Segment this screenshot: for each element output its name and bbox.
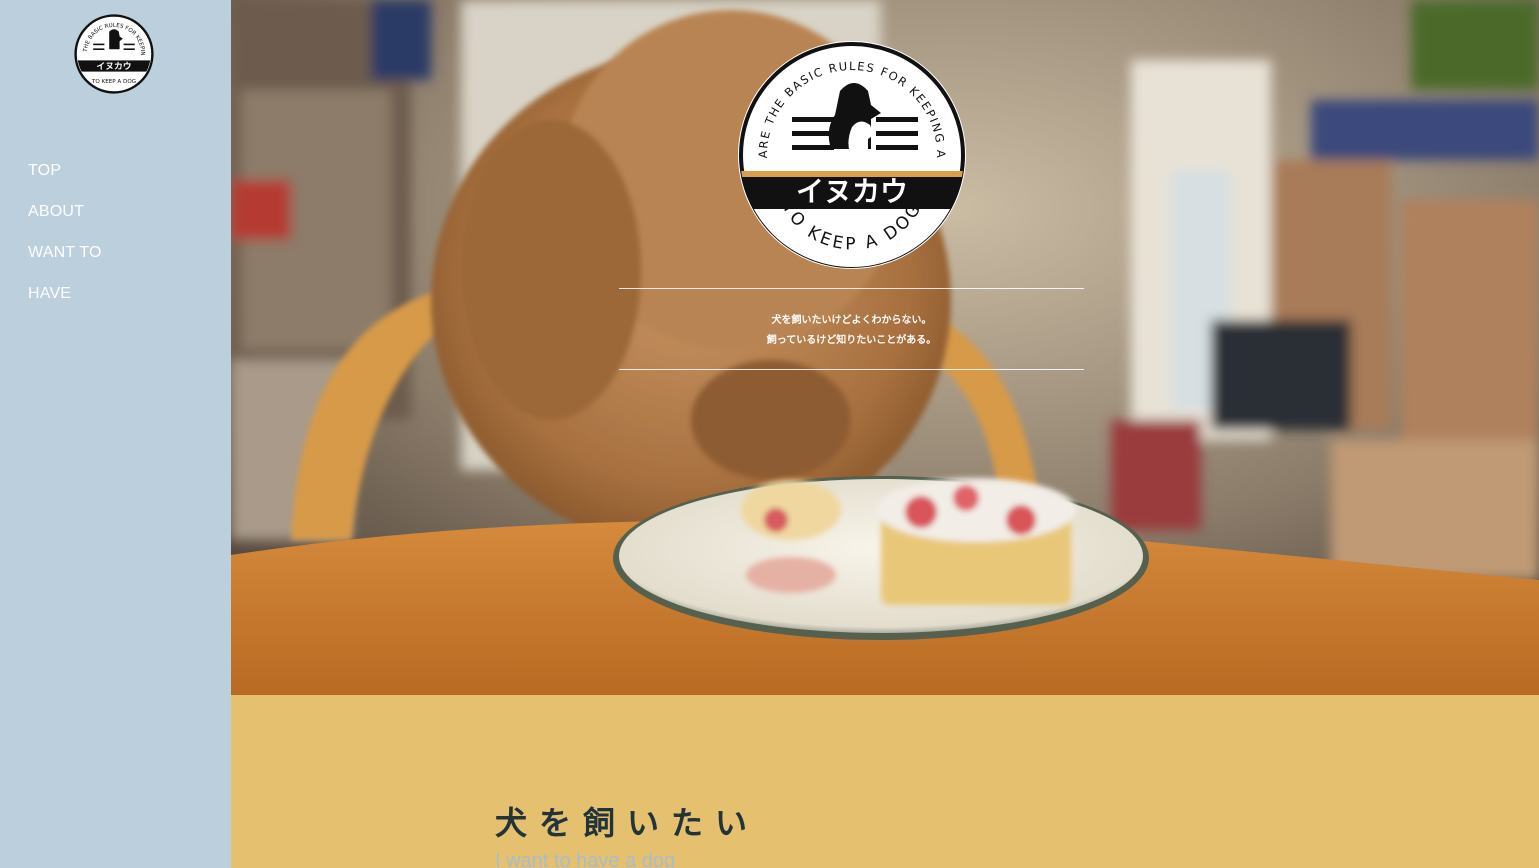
nav-link-want-to[interactable]: WANT TO xyxy=(28,244,102,261)
nav-item-want-to: WANT TO xyxy=(28,242,102,283)
hero: WHAT ARE THE BASIC RULES FOR KEEPING A D… xyxy=(231,0,1539,695)
tagline-divider-top xyxy=(619,288,1084,289)
nav-link-have[interactable]: HAVE xyxy=(28,285,71,302)
want-to-section: 犬を飼いたい I want to have a dog xyxy=(231,695,1539,868)
nav-link-top[interactable]: TOP xyxy=(28,162,61,179)
svg-text:TO KEEP A DOG: TO KEEP A DOG xyxy=(91,79,136,85)
tagline-divider-bottom xyxy=(619,369,1084,370)
inukau-hero-logo-icon: WHAT ARE THE BASIC RULES FOR KEEPING A D… xyxy=(736,39,966,269)
nav-item-about: ABOUT xyxy=(28,201,102,242)
nav-link-about[interactable]: ABOUT xyxy=(28,203,84,220)
hero-tagline: 犬を飼いたいけどよくわからない。 飼っているけど知りたいことがある。 xyxy=(619,311,1084,351)
nav-item-have: HAVE xyxy=(28,283,102,324)
section-subheading: I want to have a dog xyxy=(495,850,676,868)
sidebar-nav: TOP ABOUT WANT TO HAVE xyxy=(28,160,102,324)
nav-item-top: TOP xyxy=(28,160,102,201)
svg-text:イヌカウ: イヌカウ xyxy=(796,175,908,208)
sidebar: WHAT ARE THE BASIC RULES FOR KEEPING A D… xyxy=(0,0,231,868)
tagline-line-2: 飼っているけど知りたいことがある。 xyxy=(766,335,937,346)
inukau-logo-icon[interactable]: WHAT ARE THE BASIC RULES FOR KEEPING A D… xyxy=(74,14,154,94)
section-heading: 犬を飼いたい xyxy=(495,804,760,842)
tagline-line-1: 犬を飼いたいけどよくわからない。 xyxy=(771,315,932,326)
svg-text:イヌカウ: イヌカウ xyxy=(96,61,131,72)
